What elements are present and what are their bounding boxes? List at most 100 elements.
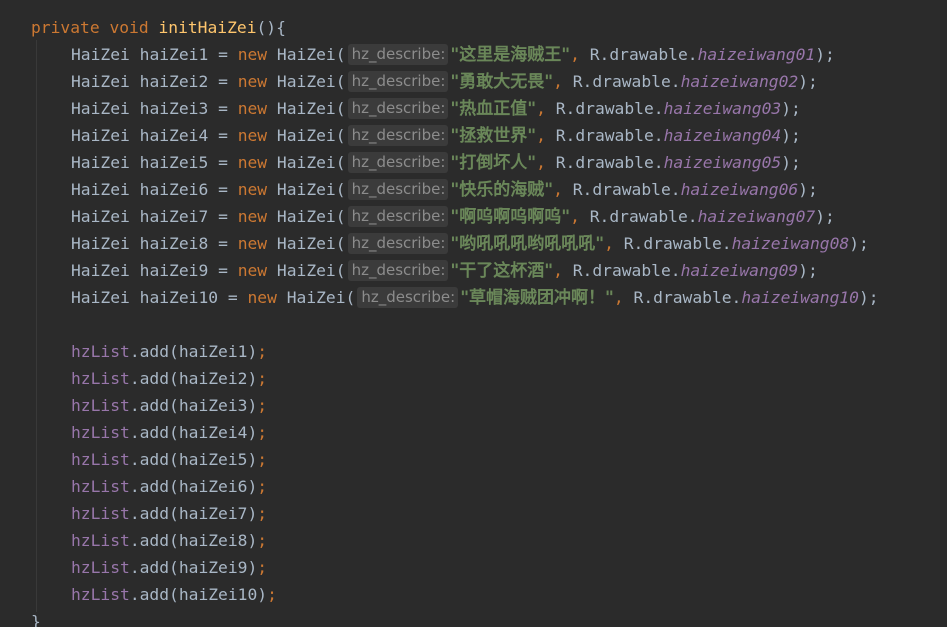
- drawable-prefix: R.drawable.: [589, 207, 698, 226]
- constructor-name: HaiZei: [276, 45, 336, 64]
- open-paren: (: [335, 99, 346, 118]
- list-field: hzList: [71, 450, 130, 469]
- parameter-hint: hz_describe:: [347, 260, 449, 281]
- drawable-prefix: R.drawable.: [589, 45, 698, 64]
- drawable-prefix: R.drawable.: [555, 153, 664, 172]
- parameter-hint: hz_describe:: [357, 287, 459, 308]
- list-field: hzList: [71, 423, 130, 442]
- list-field: hzList: [71, 585, 130, 604]
- variable-name: haiZei10: [139, 288, 219, 307]
- new-keyword: new: [237, 153, 268, 172]
- new-keyword: new: [237, 45, 268, 64]
- comma: ,: [570, 45, 590, 64]
- describe-string: "草帽海贼团冲啊！": [460, 288, 614, 308]
- declaration-line: HaiZei haiZei7 = new HaiZei(hz_describe:…: [0, 203, 835, 230]
- semicolon: ;: [257, 504, 268, 523]
- parameter-hint: hz_describe:: [347, 152, 449, 173]
- close-statement: );: [781, 99, 801, 118]
- describe-string: "打倒坏人": [450, 153, 537, 173]
- constructor-name: HaiZei: [276, 261, 336, 280]
- add-argument: haiZei1: [178, 342, 248, 361]
- constructor-name: HaiZei: [276, 126, 336, 145]
- close-statement: );: [815, 45, 835, 64]
- drawable-prefix: R.drawable.: [572, 180, 681, 199]
- close-statement: );: [798, 72, 818, 91]
- open-paren: (: [335, 72, 346, 91]
- variable-name: haiZei7: [139, 207, 209, 226]
- parameter-hint: hz_describe:: [347, 179, 449, 200]
- constructor-name: HaiZei: [276, 153, 336, 172]
- assign-operator: =: [208, 180, 238, 199]
- drawable-prefix: R.drawable.: [555, 126, 664, 145]
- assign-operator: =: [208, 72, 238, 91]
- semicolon: ;: [257, 531, 268, 550]
- add-method: .add(: [129, 504, 179, 523]
- assign-operator: =: [218, 288, 248, 307]
- describe-string: "啊呜啊呜啊呜": [450, 207, 571, 227]
- signature-suffix: (){: [256, 18, 286, 37]
- close-statement: );: [798, 180, 818, 199]
- comma: ,: [613, 288, 634, 307]
- close-call: ): [257, 585, 268, 604]
- add-call-line: hzList.add(haiZei9);: [0, 554, 267, 581]
- open-paren: (: [335, 153, 346, 172]
- list-field: hzList: [71, 558, 130, 577]
- add-method: .add(: [129, 396, 179, 415]
- type-name: HaiZei: [71, 207, 130, 226]
- drawable-prefix: R.drawable.: [555, 99, 664, 118]
- drawable-prefix: R.drawable.: [572, 72, 681, 91]
- add-call-line: hzList.add(haiZei10);: [0, 581, 277, 608]
- add-call-line: hzList.add(haiZei4);: [0, 419, 267, 446]
- declaration-line: HaiZei haiZei9 = new HaiZei(hz_describe:…: [0, 257, 818, 284]
- code-editor[interactable]: private void initHaiZei(){ } HaiZei haiZ…: [0, 0, 947, 627]
- semicolon: ;: [267, 585, 277, 604]
- variable-name: haiZei9: [139, 261, 209, 280]
- variable-name: haiZei6: [139, 180, 209, 199]
- declaration-line: HaiZei haiZei8 = new HaiZei(hz_describe:…: [0, 230, 869, 257]
- drawable-prefix: R.drawable.: [633, 288, 742, 307]
- add-call-line: hzList.add(haiZei1);: [0, 338, 267, 365]
- assign-operator: =: [208, 126, 238, 145]
- list-field: hzList: [71, 342, 130, 361]
- add-method: .add(: [129, 558, 179, 577]
- type-name: HaiZei: [71, 261, 130, 280]
- return-type-keyword: void: [109, 18, 149, 37]
- close-statement: );: [798, 261, 818, 280]
- drawable-field: haizeiwang03: [663, 99, 782, 118]
- add-call-line: hzList.add(haiZei6);: [0, 473, 267, 500]
- new-keyword: new: [237, 234, 268, 253]
- declaration-line: HaiZei haiZei10 = new HaiZei(hz_describe…: [0, 284, 879, 311]
- close-call: ): [247, 342, 258, 361]
- semicolon: ;: [257, 558, 268, 577]
- drawable-field: haizeiwang06: [680, 180, 799, 199]
- add-method: .add(: [129, 369, 179, 388]
- parameter-hint: hz_describe:: [347, 44, 449, 65]
- variable-name: haiZei1: [139, 45, 209, 64]
- open-paren: (: [335, 234, 346, 253]
- assign-operator: =: [208, 207, 238, 226]
- add-method: .add(: [129, 423, 179, 442]
- comma: ,: [553, 180, 573, 199]
- assign-operator: =: [208, 99, 238, 118]
- type-name: HaiZei: [71, 72, 130, 91]
- variable-name: haiZei3: [139, 99, 209, 118]
- add-method: .add(: [129, 585, 179, 604]
- drawable-field: haizeiwang08: [731, 234, 850, 253]
- declaration-line: HaiZei haiZei6 = new HaiZei(hz_describe:…: [0, 176, 818, 203]
- open-paren: (: [335, 261, 346, 280]
- add-call-line: hzList.add(haiZei8);: [0, 527, 267, 554]
- variable-name: haiZei4: [139, 126, 209, 145]
- type-name: HaiZei: [71, 180, 130, 199]
- describe-string: "勇敢大无畏": [450, 72, 554, 92]
- drawable-field: haizeiwang02: [680, 72, 799, 91]
- list-field: hzList: [71, 396, 130, 415]
- type-name: HaiZei: [71, 234, 130, 253]
- modifier-keyword: private: [31, 18, 100, 37]
- describe-string: "哟吼吼吼哟吼吼吼": [450, 234, 605, 254]
- add-argument: haiZei8: [178, 531, 248, 550]
- add-method: .add(: [129, 531, 179, 550]
- semicolon: ;: [257, 369, 268, 388]
- close-call: ): [247, 396, 258, 415]
- comma: ,: [604, 234, 624, 253]
- list-field: hzList: [71, 477, 130, 496]
